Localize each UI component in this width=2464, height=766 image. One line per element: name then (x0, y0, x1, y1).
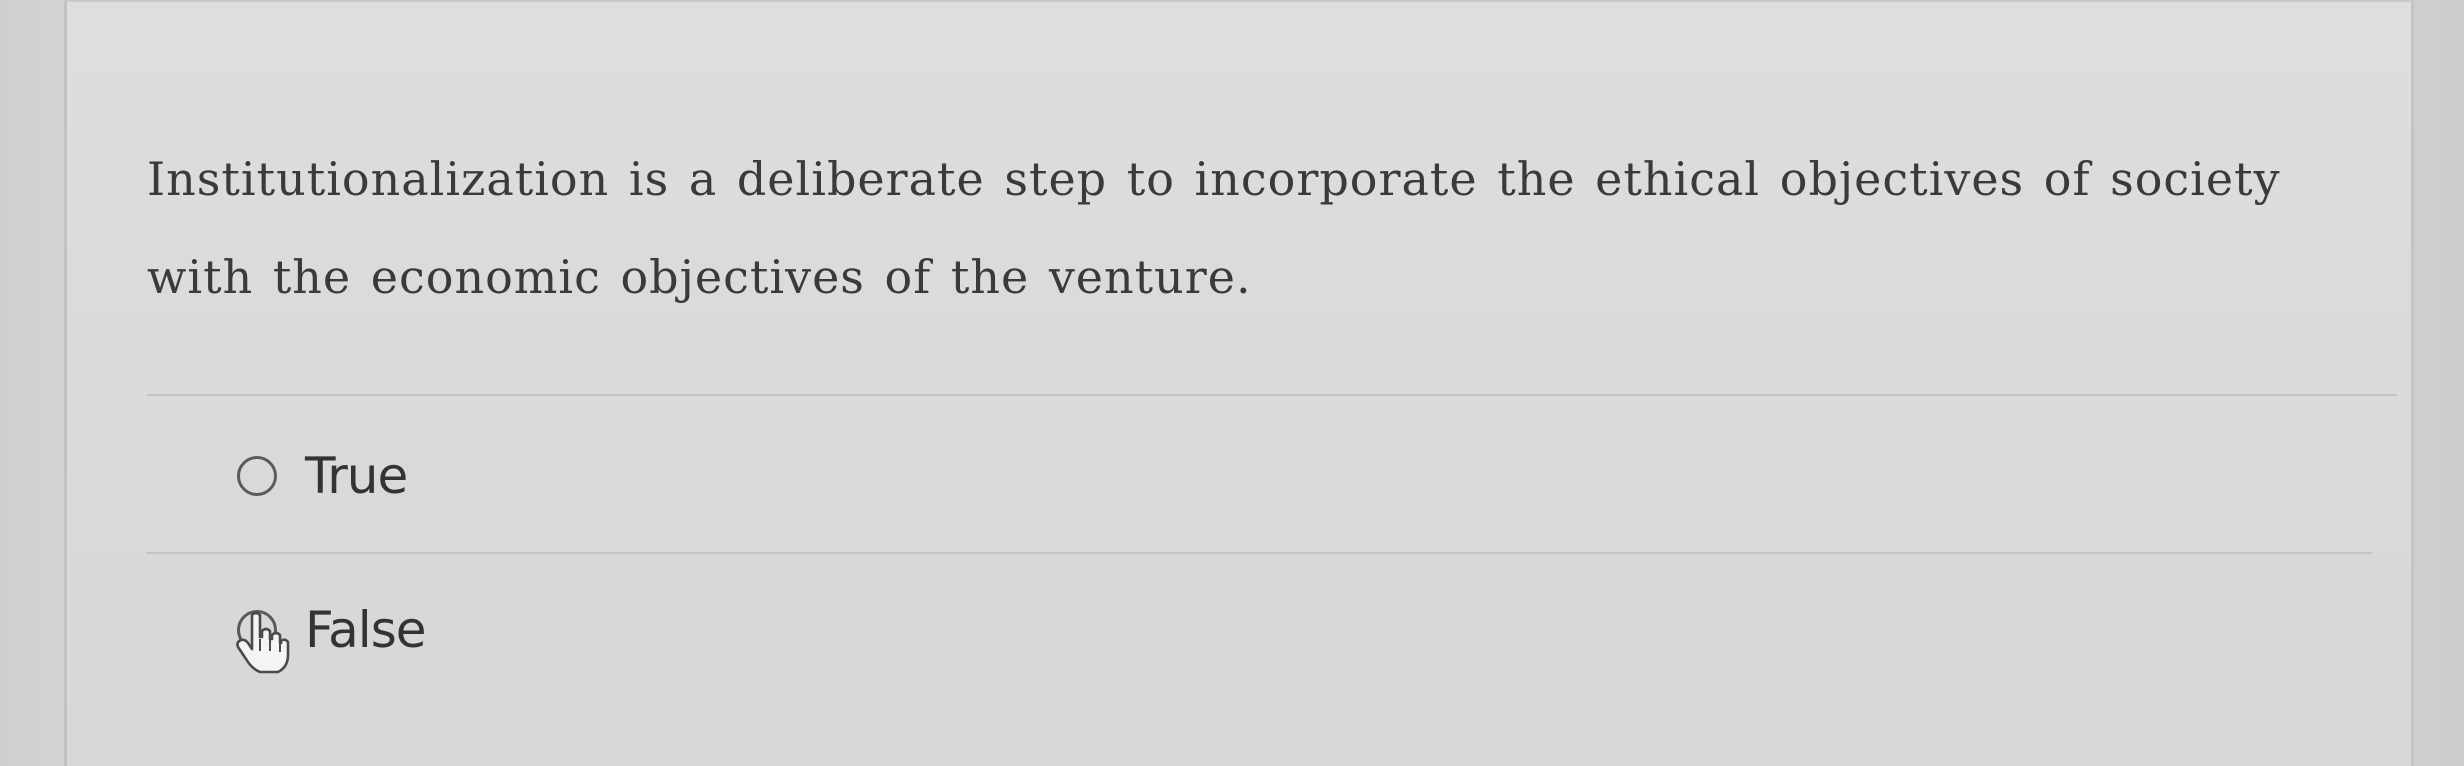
divider-middle (147, 552, 2372, 554)
option-false-label: False (305, 601, 427, 659)
hand-pointer-icon (236, 611, 290, 674)
radio-true[interactable] (237, 456, 277, 496)
option-false[interactable]: False (171, 590, 427, 674)
option-true[interactable]: True (171, 436, 408, 516)
question-text: Institutionalization is a deliberate ste… (147, 152, 2281, 304)
radio-false[interactable] (236, 610, 290, 674)
divider-top (147, 394, 2397, 396)
option-true-label: True (305, 447, 408, 505)
page: Institutionalization is a deliberate ste… (0, 0, 2464, 766)
question-card: Institutionalization is a deliberate ste… (64, 0, 2414, 766)
